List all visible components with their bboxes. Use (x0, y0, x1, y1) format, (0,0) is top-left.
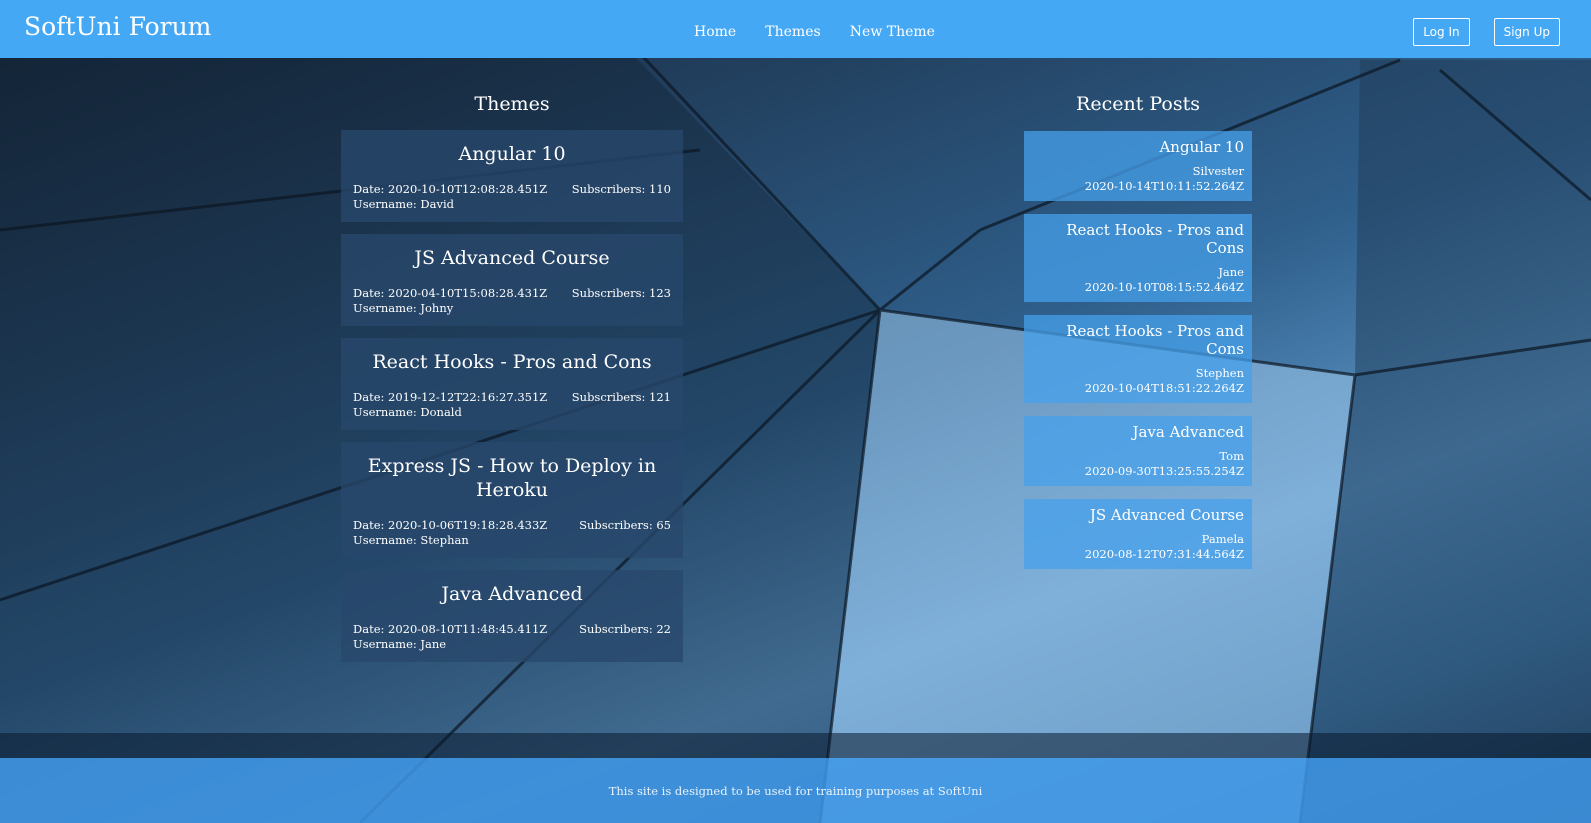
theme-card[interactable]: React Hooks - Pros and Cons Date: 2019-1… (341, 338, 683, 430)
signup-button[interactable]: Sign Up (1493, 18, 1560, 46)
theme-title[interactable]: Angular 10 (353, 142, 671, 166)
theme-date: Date: 2020-10-06T19:18:28.433Z (353, 518, 548, 532)
post-card[interactable]: React Hooks - Pros and Cons Stephen 2020… (1024, 315, 1252, 403)
footer-text: This site is designed to be used for tra… (608, 783, 983, 798)
post-author: Jane (1218, 265, 1244, 279)
post-title[interactable]: Angular 10 (1032, 138, 1244, 156)
theme-date: Date: 2020-10-10T12:08:28.451Z (353, 182, 548, 196)
theme-username: Username: Johny (353, 301, 454, 315)
nav-link-themes[interactable]: Themes (765, 24, 820, 40)
nav-link-home[interactable]: Home (694, 24, 736, 40)
theme-date: Date: 2020-08-10T11:48:45.411Z (353, 622, 548, 636)
post-title[interactable]: React Hooks - Pros and Cons (1032, 221, 1244, 257)
theme-card[interactable]: Angular 10 Date: 2020-10-10T12:08:28.451… (341, 130, 683, 222)
site-footer: This site is designed to be used for tra… (0, 758, 1591, 823)
theme-card[interactable]: Java Advanced Date: 2020-08-10T11:48:45.… (341, 570, 683, 662)
post-card[interactable]: Angular 10 Silvester 2020-10-14T10:11:52… (1024, 131, 1252, 201)
theme-card[interactable]: JS Advanced Course Date: 2020-04-10T15:0… (341, 234, 683, 326)
post-date: 2020-10-14T10:11:52.264Z (1084, 179, 1244, 193)
theme-title[interactable]: React Hooks - Pros and Cons (353, 350, 671, 374)
theme-title[interactable]: Java Advanced (353, 582, 671, 606)
theme-subscribers: Subscribers: 110 (571, 182, 671, 196)
theme-subscribers: Subscribers: 65 (579, 518, 671, 532)
theme-date: Date: 2020-04-10T15:08:28.431Z (353, 286, 548, 300)
theme-meta: Date: 2020-10-10T12:08:28.451Z Subscribe… (353, 182, 671, 197)
brand-title[interactable]: SoftUni Forum (24, 12, 211, 41)
post-title[interactable]: React Hooks - Pros and Cons (1032, 322, 1244, 358)
theme-meta: Date: 2020-08-10T11:48:45.411Z Subscribe… (353, 622, 671, 637)
post-author: Stephen (1195, 366, 1244, 380)
post-date: 2020-10-04T18:51:22.264Z (1084, 381, 1244, 395)
recent-posts-list: Angular 10 Silvester 2020-10-14T10:11:52… (1024, 131, 1252, 582)
theme-subscribers: Subscribers: 121 (571, 390, 671, 404)
footer-divider-band (0, 733, 1591, 758)
main-nav: Home Themes New Theme (694, 21, 959, 40)
theme-meta: Date: 2020-04-10T15:08:28.431Z Subscribe… (353, 286, 671, 301)
theme-username: Username: Donald (353, 405, 462, 419)
post-date: 2020-08-12T07:31:44.564Z (1084, 547, 1244, 561)
login-button[interactable]: Log In (1413, 18, 1470, 46)
theme-title[interactable]: Express JS - How to Deploy in Heroku (353, 454, 671, 502)
post-title[interactable]: Java Advanced (1032, 423, 1244, 441)
post-date: 2020-10-10T08:15:52.464Z (1084, 280, 1244, 294)
theme-meta: Date: 2020-10-06T19:18:28.433Z Subscribe… (353, 518, 671, 533)
theme-date: Date: 2019-12-12T22:16:27.351Z (353, 390, 548, 404)
nav-link-new-theme[interactable]: New Theme (850, 24, 935, 40)
theme-meta: Date: 2019-12-12T22:16:27.351Z Subscribe… (353, 390, 671, 405)
theme-card[interactable]: Express JS - How to Deploy in Heroku Dat… (341, 442, 683, 558)
theme-title[interactable]: JS Advanced Course (353, 246, 671, 270)
themes-list: Angular 10 Date: 2020-10-10T12:08:28.451… (341, 130, 683, 674)
post-author: Pamela (1201, 532, 1244, 546)
post-card[interactable]: Java Advanced Tom 2020-09-30T13:25:55.25… (1024, 416, 1252, 486)
post-card[interactable]: JS Advanced Course Pamela 2020-08-12T07:… (1024, 499, 1252, 569)
theme-subscribers: Subscribers: 123 (571, 286, 671, 300)
themes-heading: Themes (474, 93, 550, 115)
theme-subscribers: Subscribers: 22 (579, 622, 671, 636)
post-date: 2020-09-30T13:25:55.254Z (1084, 464, 1244, 478)
theme-username: Username: Stephan (353, 533, 469, 547)
post-title[interactable]: JS Advanced Course (1032, 506, 1244, 524)
theme-username: Username: Jane (353, 637, 447, 651)
post-card[interactable]: React Hooks - Pros and Cons Jane 2020-10… (1024, 214, 1252, 302)
post-author: Silvester (1192, 164, 1244, 178)
theme-username: Username: David (353, 197, 455, 211)
auth-buttons: Log In Sign Up (1413, 18, 1560, 46)
top-navbar: SoftUni Forum Home Themes New Theme Log … (0, 0, 1591, 58)
post-author: Tom (1219, 449, 1244, 463)
recent-posts-heading: Recent Posts (1076, 93, 1200, 115)
background-image (0, 0, 1591, 823)
